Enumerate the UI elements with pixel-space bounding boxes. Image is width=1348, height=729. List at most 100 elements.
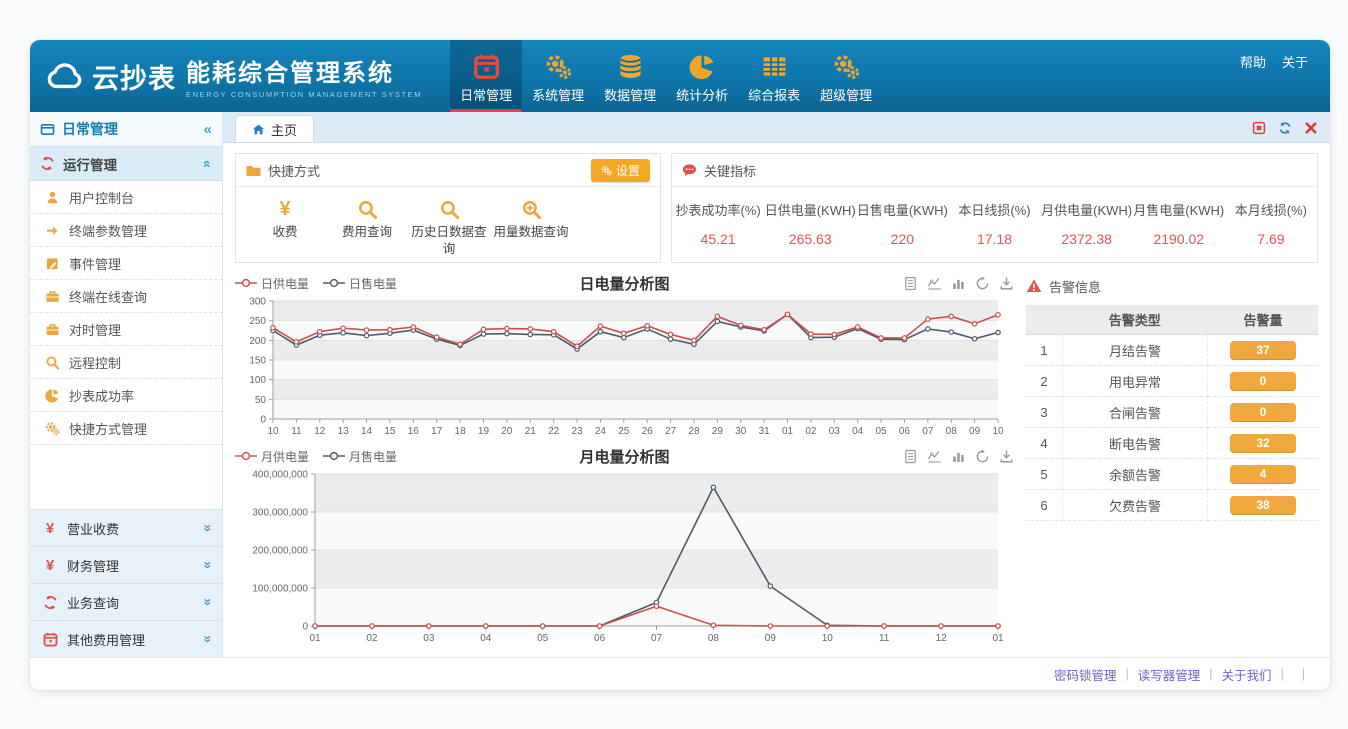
recycle-icon (40, 156, 55, 171)
kpi-monthly-supply: 月供电量(KWH)2372.38 (1041, 200, 1133, 247)
monthly-energy-plot[interactable]: 0100,000,000200,000,000300,000,000400,00… (235, 466, 1014, 653)
chevrons-down-icon[interactable]: « (198, 561, 214, 569)
svg-text:08: 08 (946, 426, 958, 437)
sidebar-section-other-fees[interactable]: 其他费用管理 « (30, 620, 222, 657)
alarm-count-badge[interactable]: 32 (1230, 434, 1296, 453)
save-image-icon[interactable] (999, 276, 1014, 291)
shortcut-usage-data[interactable]: 用量数据查询 (490, 197, 572, 258)
alarm-count-badge[interactable]: 38 (1230, 496, 1296, 515)
header-links: 帮助 关于 (1240, 52, 1308, 71)
sidebar-item-terminal-params[interactable]: 终端参数管理 (30, 214, 222, 247)
alarm-row-close-switch: 3 合闸告警 0 (1026, 397, 1318, 428)
svg-text:01: 01 (992, 633, 1004, 644)
svg-text:28: 28 (688, 426, 700, 437)
search-plus-icon (490, 197, 572, 221)
svg-text:07: 07 (922, 426, 934, 437)
chevrons-down-icon[interactable]: « (198, 598, 214, 606)
sidebar-section-billing[interactable]: ¥ 营业收费 « (30, 509, 222, 546)
nav-item-reports[interactable]: 综合报表 (738, 40, 810, 112)
svg-text:22: 22 (548, 426, 560, 437)
svg-text:26: 26 (642, 426, 654, 437)
nav-item-super-management[interactable]: 超级管理 (810, 40, 882, 112)
svg-text:11: 11 (879, 633, 890, 644)
monthly-energy-chart: 月电量分析图 月供电量 月售电量 (235, 446, 1014, 653)
chevrons-down-icon[interactable]: « (198, 635, 214, 643)
nav-item-daily-management[interactable]: 日常管理 (450, 40, 522, 112)
app-window: 云抄表 能耗综合管理系统 ENERGY CONSUMPTION MANAGEME… (30, 40, 1330, 690)
settings-button[interactable]: 设置 (591, 159, 650, 182)
sidebar-item-terminal-online[interactable]: 终端在线查询 (30, 280, 222, 313)
nav-item-data-management[interactable]: 数据管理 (594, 40, 666, 112)
tab-home[interactable]: 主页 (235, 115, 314, 142)
legend-item-monthly-supply[interactable]: 月供电量 (235, 448, 309, 465)
shortcut-fee-query[interactable]: 费用查询 (326, 197, 408, 258)
sidebar-collapse-icon[interactable]: « (204, 121, 212, 138)
bar-chart-icon[interactable] (951, 449, 966, 464)
calendar-icon (471, 52, 501, 80)
alarm-count-badge[interactable]: 0 (1230, 403, 1296, 422)
legend-item-daily-sales[interactable]: 日售电量 (323, 275, 397, 292)
shortcut-charge[interactable]: ¥ 收费 (244, 197, 326, 258)
close-icon[interactable] (1304, 121, 1318, 135)
sidebar-item-reading-success-rate[interactable]: 抄表成功率 (30, 379, 222, 412)
chevrons-up-icon[interactable]: « (200, 160, 216, 168)
sidebar: 日常管理 « 运行管理 « 用户控制台 终端参数管理 事件管理 (30, 112, 223, 657)
shortcut-history-daily-data[interactable]: 历史日数据查询 (408, 197, 490, 258)
legend-item-daily-supply[interactable]: 日供电量 (235, 275, 309, 292)
sidebar-item-event-management[interactable]: 事件管理 (30, 247, 222, 280)
data-view-icon[interactable] (903, 449, 918, 464)
database-icon (615, 52, 645, 80)
extract-icon[interactable] (1252, 121, 1266, 135)
sidebar-item-remote-control[interactable]: 远程控制 (30, 346, 222, 379)
svg-text:16: 16 (408, 426, 420, 437)
svg-text:10: 10 (992, 426, 1004, 437)
sidebar-section-finance[interactable]: ¥ 财务管理 « (30, 546, 222, 583)
legend-item-monthly-sales[interactable]: 月售电量 (323, 448, 397, 465)
app-logo: 云抄表 (46, 40, 176, 112)
sidebar-section-operation[interactable]: 运行管理 « (30, 147, 222, 181)
nav-label: 日常管理 (460, 85, 512, 104)
restore-icon[interactable] (975, 449, 990, 464)
calendar-icon (42, 631, 58, 647)
restore-icon[interactable] (975, 276, 990, 291)
sidebar-section-business-query[interactable]: 业务查询 « (30, 583, 222, 620)
kpi-daily-sales: 日售电量(KWH)220 (856, 200, 948, 247)
svg-text:30: 30 (735, 426, 747, 437)
sidebar-item-user-console[interactable]: 用户控制台 (30, 181, 222, 214)
password-lock-link[interactable]: 密码锁管理 (1054, 665, 1117, 684)
svg-text:100: 100 (249, 375, 266, 386)
nav-item-system-management[interactable]: 系统管理 (522, 40, 594, 112)
yen-icon: ¥ (244, 197, 326, 221)
svg-text:25: 25 (618, 426, 630, 437)
home-icon (252, 123, 265, 136)
help-link[interactable]: 帮助 (1240, 52, 1266, 71)
gears-icon (543, 52, 573, 80)
nav-item-statistics[interactable]: 统计分析 (666, 40, 738, 112)
briefcase-icon (44, 321, 60, 337)
alarm-count-column-header: 告警量 (1208, 305, 1319, 335)
kpi-monthly-sales: 月售电量(KWH)2190.02 (1133, 200, 1225, 247)
sidebar-item-shortcut-management[interactable]: 快捷方式管理 (30, 412, 222, 445)
data-view-icon[interactable] (903, 276, 918, 291)
svg-text:300,000,000: 300,000,000 (252, 508, 308, 519)
about-link[interactable]: 关于 (1282, 52, 1308, 71)
about-us-link[interactable]: 关于我们 (1221, 665, 1271, 684)
refresh-icon[interactable] (1278, 121, 1292, 135)
reader-management-link[interactable]: 读写器管理 (1138, 665, 1201, 684)
line-chart-icon[interactable] (927, 276, 942, 291)
daily-energy-plot[interactable]: 0501001502002503001011121314151617181920… (235, 293, 1014, 446)
alarm-count-badge[interactable]: 37 (1230, 341, 1296, 360)
save-image-icon[interactable] (999, 449, 1014, 464)
svg-text:01: 01 (309, 633, 321, 644)
svg-text:04: 04 (480, 633, 492, 644)
line-chart-icon[interactable] (927, 449, 942, 464)
search-icon (326, 197, 408, 221)
sidebar-item-time-sync[interactable]: 对时管理 (30, 313, 222, 346)
chevrons-down-icon[interactable]: « (198, 524, 214, 532)
alarm-panel: 告警信息 告警类型 告警量 (1026, 273, 1318, 649)
alarm-table: 告警类型 告警量 1 月结告警 37 (1026, 305, 1318, 521)
alarm-count-badge[interactable]: 4 (1230, 465, 1296, 484)
svg-text:05: 05 (537, 633, 549, 644)
alarm-count-badge[interactable]: 0 (1230, 372, 1296, 391)
bar-chart-icon[interactable] (951, 276, 966, 291)
